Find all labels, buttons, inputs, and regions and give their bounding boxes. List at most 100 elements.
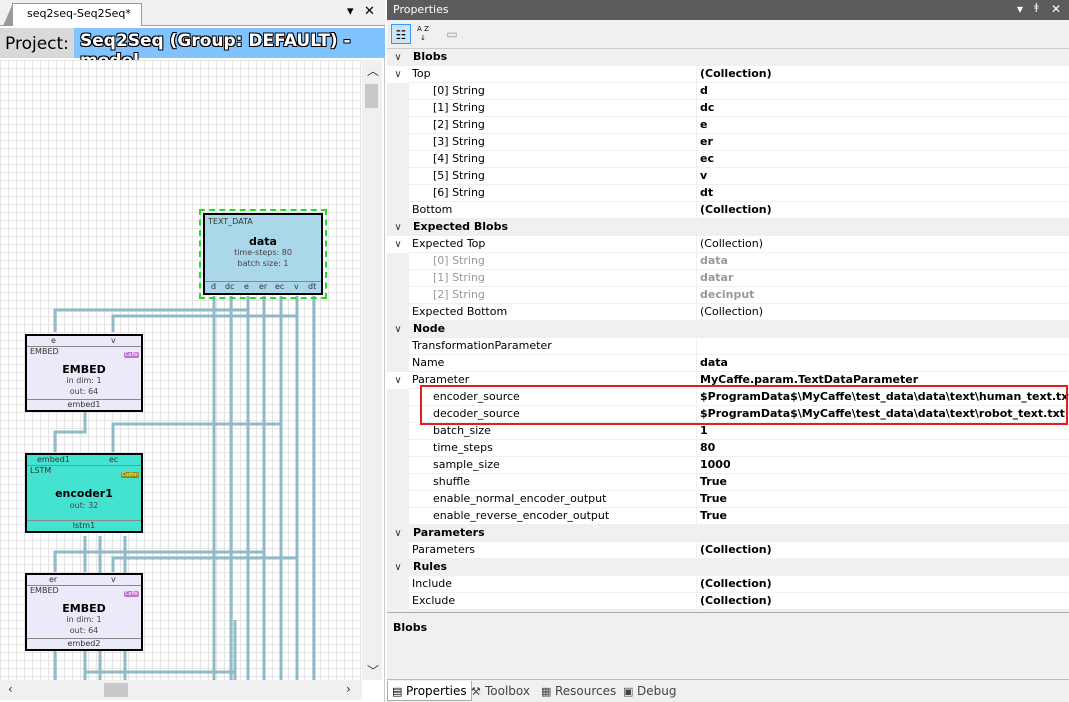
property-row[interactable]: Parameters (Collection)	[387, 542, 1069, 559]
category-row[interactable]: ∨ Node	[387, 321, 1069, 338]
property-row[interactable]: Name data	[387, 355, 1069, 372]
property-row[interactable]: TransformationParameter	[387, 338, 1069, 355]
property-row[interactable]: shuffle True	[387, 474, 1069, 491]
property-pages-icon[interactable]: ▭	[442, 24, 462, 44]
port-label[interactable]: dt	[308, 282, 316, 291]
category-row[interactable]: ∨ Parameters	[387, 525, 1069, 542]
scroll-right-icon[interactable]: ›	[346, 682, 351, 696]
property-row[interactable]: sample_size 1000	[387, 457, 1069, 474]
property-value[interactable]	[696, 338, 1069, 355]
property-row[interactable]: [3] String er	[387, 134, 1069, 151]
property-value[interactable]: True	[696, 508, 1069, 525]
pane-close-icon[interactable]: ✕	[1051, 2, 1061, 16]
property-row[interactable]: [1] String dc	[387, 100, 1069, 117]
port-label[interactable]: er	[49, 575, 57, 584]
property-value[interactable]: True	[696, 474, 1069, 491]
property-value[interactable]: er	[696, 134, 1069, 151]
canvas-horizontal-scrollbar[interactable]: ‹ ›	[0, 680, 362, 700]
expand-toggle-icon[interactable]: ∨	[387, 559, 409, 576]
property-row[interactable]: [1] String datar	[387, 270, 1069, 287]
document-close-icon[interactable]: ✕	[364, 4, 375, 19]
property-value[interactable]: e	[696, 117, 1069, 134]
model-canvas[interactable]: TEXT_DATA data time-steps: 80 batch size…	[0, 60, 362, 680]
expand-toggle-icon[interactable]: ∨	[387, 236, 409, 253]
port-label[interactable]: v	[111, 575, 116, 584]
document-dropdown-icon[interactable]: ▾	[347, 4, 354, 19]
pane-dropdown-icon[interactable]: ▾	[1017, 2, 1023, 16]
property-value[interactable]: datar	[696, 270, 1069, 287]
port-label[interactable]: e	[244, 282, 249, 291]
property-value[interactable]: (Collection)	[696, 202, 1069, 219]
port-label[interactable]: d	[211, 282, 216, 291]
property-row[interactable]: [6] String dt	[387, 185, 1069, 202]
property-value[interactable]: dt	[696, 185, 1069, 202]
property-row[interactable]: Include (Collection)	[387, 576, 1069, 593]
scroll-thumb[interactable]	[104, 683, 128, 697]
property-row[interactable]: [0] String d	[387, 83, 1069, 100]
property-value[interactable]: 80	[696, 440, 1069, 457]
alphabetical-icon[interactable]: A Z ↓	[413, 24, 433, 44]
port-label[interactable]: dc	[225, 282, 234, 291]
port-label[interactable]: e	[51, 336, 56, 345]
property-value[interactable]: (Collection)	[696, 542, 1069, 559]
tab-debug[interactable]: ▣ Debug	[619, 681, 680, 701]
property-value[interactable]: dc	[696, 100, 1069, 117]
property-row[interactable]: [4] String ec	[387, 151, 1069, 168]
property-row[interactable]: time_steps 80	[387, 440, 1069, 457]
property-value[interactable]: ec	[696, 151, 1069, 168]
category-row[interactable]: ∨ Blobs	[387, 49, 1069, 66]
property-value[interactable]: v	[696, 168, 1069, 185]
property-row[interactable]: Bottom (Collection)	[387, 202, 1069, 219]
port-label[interactable]: v	[294, 282, 299, 291]
category-row[interactable]: ∨ Rules	[387, 559, 1069, 576]
port-label[interactable]: ec	[275, 282, 284, 291]
property-row[interactable]: enable_reverse_encoder_output True	[387, 508, 1069, 525]
tab-toolbox[interactable]: ⚒ Toolbox	[467, 681, 534, 701]
pin-icon[interactable]: ǂ	[1034, 2, 1039, 13]
document-tab[interactable]: seq2seq-Seq2Seq*	[3, 3, 142, 26]
property-value[interactable]: (Collection)	[696, 66, 1069, 83]
tab-resources[interactable]: ▦ Resources	[537, 681, 620, 701]
port-label[interactable]: v	[111, 336, 116, 345]
property-row[interactable]: ∨ Expected Top (Collection)	[387, 236, 1069, 253]
property-value[interactable]: decinput	[696, 287, 1069, 304]
property-row[interactable]: [2] String decinput	[387, 287, 1069, 304]
port-label[interactable]: embed1	[37, 455, 70, 464]
scroll-thumb[interactable]	[365, 84, 378, 108]
canvas-vertical-scrollbar[interactable]: ︿ ﹀	[362, 60, 382, 680]
tab-properties[interactable]: ▤ Properties	[387, 681, 472, 701]
expand-toggle-icon[interactable]: ∨	[387, 66, 409, 83]
property-value[interactable]: d	[696, 83, 1069, 100]
property-row[interactable]: Exclude (Collection)	[387, 593, 1069, 610]
property-value[interactable]: (Collection)	[696, 304, 1069, 321]
property-row[interactable]: Expected Bottom (Collection)	[387, 304, 1069, 321]
data-layer-node[interactable]: TEXT_DATA data time-steps: 80 batch size…	[199, 209, 327, 299]
property-row[interactable]: [0] String data	[387, 253, 1069, 270]
expand-toggle-icon[interactable]: ∨	[387, 372, 409, 389]
expand-toggle-icon[interactable]: ∨	[387, 49, 409, 66]
property-row[interactable]: [5] String v	[387, 168, 1069, 185]
property-grid[interactable]: ∨ Blobs ∨ Top (Collection) [0] String d [1] Str…	[387, 48, 1069, 610]
property-value[interactable]: (Collection)	[696, 576, 1069, 593]
port-label[interactable]: er	[259, 282, 267, 291]
encoder1-layer-node[interactable]: embed1 ec LSTM Cudnn encoder1 out: 32 ls…	[25, 453, 143, 533]
scroll-up-icon[interactable]: ︿	[367, 62, 379, 79]
property-value[interactable]: (Collection)	[696, 236, 1069, 253]
property-row[interactable]: ∨ Top (Collection)	[387, 66, 1069, 83]
categorized-icon[interactable]: ☷	[391, 24, 411, 44]
scroll-down-icon[interactable]: ﹀	[367, 662, 379, 679]
expand-toggle-icon[interactable]: ∨	[387, 321, 409, 338]
property-value[interactable]: (Collection)	[696, 593, 1069, 610]
property-value[interactable]: True	[696, 491, 1069, 508]
category-row[interactable]: ∨ Expected Blobs	[387, 219, 1069, 236]
property-value[interactable]: data	[696, 355, 1069, 372]
embed1-layer-node[interactable]: e v EMBED Caffe EMBED in dim: 1 out: 64 …	[25, 334, 143, 412]
embed2-layer-node[interactable]: er v EMBED Caffe EMBED in dim: 1 out: 64…	[25, 573, 143, 651]
scroll-left-icon[interactable]: ‹	[8, 682, 13, 696]
port-label[interactable]: ec	[109, 455, 118, 464]
property-value[interactable]: data	[696, 253, 1069, 270]
property-row[interactable]: batch_size 1	[387, 423, 1069, 440]
property-row[interactable]: enable_normal_encoder_output True	[387, 491, 1069, 508]
expand-toggle-icon[interactable]: ∨	[387, 219, 409, 236]
expand-toggle-icon[interactable]: ∨	[387, 525, 409, 542]
